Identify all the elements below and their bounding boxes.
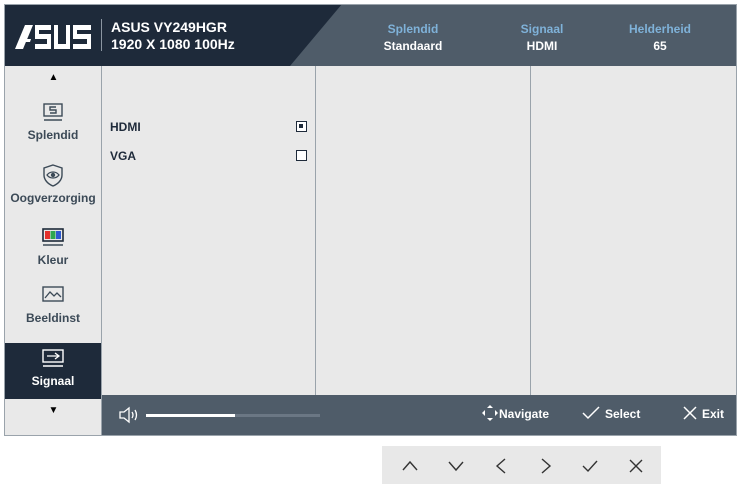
control-button-strip [382, 446, 661, 484]
sidebar-item-color[interactable]: Kleur [5, 224, 101, 284]
up-button-icon[interactable] [400, 456, 420, 476]
header-divider [101, 19, 102, 51]
down-button-icon[interactable] [446, 456, 466, 476]
confirm-button-icon[interactable] [580, 456, 600, 476]
volume-icon [119, 406, 138, 424]
column-divider [530, 66, 531, 395]
model-name: ASUS VY249HGR [111, 19, 227, 35]
model-resolution: 1920 X 1080 100Hz [111, 36, 235, 52]
sidebar-item-label: Oogverzorging [10, 191, 96, 205]
eye-icon [43, 164, 63, 187]
header-info-value: HDMI [526, 39, 558, 53]
osd-header: ASUS VY249HGR 1920 X 1080 100Hz Splendid… [5, 5, 736, 66]
hint-select: Select [581, 406, 641, 421]
sidebar-item-label: Splendid [27, 128, 79, 142]
column-divider [315, 66, 316, 395]
header-info-signal: Signaal HDMI [482, 22, 602, 53]
select-check-icon [582, 406, 600, 420]
volume-slider[interactable] [146, 414, 320, 417]
left-button-icon[interactable] [491, 456, 511, 476]
right-button-icon[interactable] [536, 456, 556, 476]
header-info-value: 65 [653, 39, 667, 53]
header-info-splendid: Splendid Standaard [353, 22, 473, 53]
input-icon [42, 349, 64, 367]
sidebar-item-label: Signaal [31, 374, 75, 388]
sidebar-footer: ▼ [5, 399, 101, 435]
option-vga[interactable]: VGA [110, 149, 310, 165]
content-area: HDMI VGA [102, 66, 736, 395]
color-icon [42, 228, 64, 246]
sidebar-item-eye-care[interactable]: Oogverzorging [5, 160, 101, 220]
sidebar-item-label: Kleur [37, 253, 69, 267]
sidebar: ▲ Splendid Oogverzorging Kleur Beeldinst… [5, 66, 102, 435]
asus-logo [15, 25, 91, 49]
checkbox-checked[interactable] [296, 121, 307, 132]
hint-navigate-label: Navigate [499, 407, 550, 421]
close-button-icon[interactable] [626, 456, 646, 476]
image-icon [42, 286, 64, 302]
scroll-up-arrow-icon[interactable]: ▲ [5, 72, 102, 83]
bottom-bar: Navigate Select Exit [102, 395, 736, 435]
header-info-label: Helderheid [628, 22, 691, 36]
option-hdmi[interactable]: HDMI [110, 120, 310, 136]
navigate-icon [482, 405, 498, 421]
header-info-label: Signaal [520, 22, 564, 36]
exit-x-icon [683, 406, 697, 420]
sidebar-item-image[interactable]: Beeldinst [5, 282, 101, 342]
hint-navigate: Navigate [481, 405, 550, 421]
sidebar-item-splendid[interactable]: Splendid [5, 99, 101, 159]
header-info-value: Standaard [383, 39, 443, 53]
checkbox-unchecked[interactable] [296, 150, 307, 161]
scroll-down-arrow-icon[interactable]: ▼ [5, 405, 102, 416]
header-info-label: Splendid [387, 22, 439, 36]
hint-exit: Exit [682, 406, 725, 421]
osd-menu: ASUS VY249HGR 1920 X 1080 100Hz Splendid… [4, 4, 737, 436]
volume-slider-fill [146, 414, 235, 417]
header-info-brightness: Helderheid 65 [600, 22, 720, 53]
splendid-icon [43, 103, 63, 121]
option-label: VGA [110, 149, 137, 163]
sidebar-item-label: Beeldinst [25, 311, 80, 325]
option-label: HDMI [110, 120, 141, 134]
sidebar-item-signal[interactable]: Signaal [5, 343, 101, 403]
hint-exit-label: Exit [702, 407, 725, 421]
hint-select-label: Select [605, 407, 641, 421]
